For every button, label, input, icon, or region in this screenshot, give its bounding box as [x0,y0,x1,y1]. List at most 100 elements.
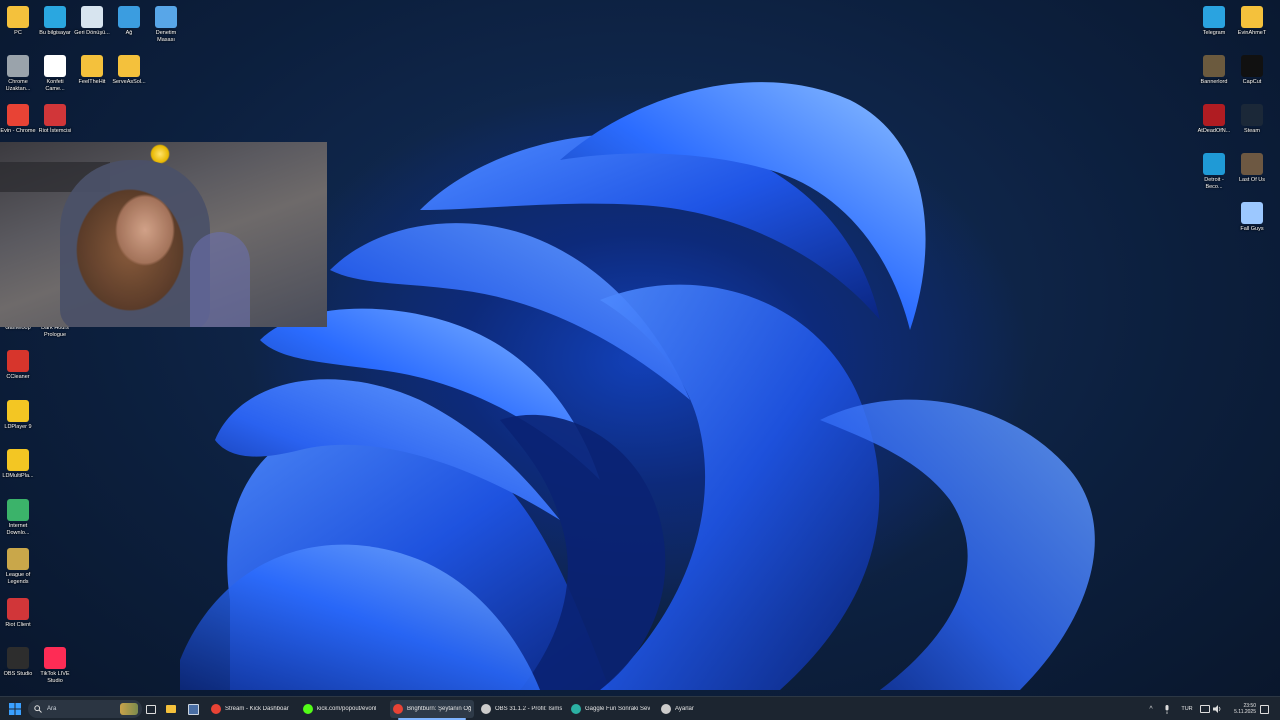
webcam-person [60,160,210,327]
desktop-icon-label: Ağ [125,30,133,36]
search-box[interactable]: Ara [28,700,142,718]
desktop-icon[interactable]: TikTok LIVE Studio [37,647,73,685]
volume-icon[interactable] [1212,700,1222,718]
fallguys-icon [1241,202,1263,224]
language-indicator[interactable]: TUR [1178,700,1196,718]
desktop-icon[interactable]: Last Of Us [1234,153,1270,184]
desktop-icon[interactable]: ServeAsSol... [111,55,147,86]
desktop-icon[interactable]: Fall Guys [1234,202,1270,233]
windows-logo-icon [9,703,21,715]
search-placeholder: Ara [47,706,57,712]
desktop-icon-label: PC [14,30,22,36]
riot-icon [7,598,29,620]
tray-overflow-button[interactable]: ^ [1146,700,1156,718]
taskbar-app-button[interactable]: Brightburn: Şeytanın Oğ [390,700,475,720]
gear-icon [661,704,671,714]
desktop-icon-label: Riot Client [5,622,31,628]
taskbar-app-button[interactable]: Ayarlar [658,700,697,718]
desktop-icon-label: Konfeti Came... [45,79,65,92]
desktop-icon[interactable]: Bu bilgisayar [37,6,73,37]
folder-icon [1241,6,1263,28]
desktop-icon[interactable]: Evin - Chrome [0,104,36,135]
desktop-icon[interactable]: Telegram [1196,6,1232,37]
capcut-icon [1241,55,1263,77]
idm-icon [7,499,29,521]
desktop-icon[interactable]: League of Legends [0,548,36,586]
folder-icon [81,55,103,77]
desktop-icon[interactable]: Denetim Masası [148,6,184,44]
task-view-icon [146,704,156,714]
telegram-icon [1203,6,1225,28]
desktop-icon-label: EvinAhmeT [1237,30,1267,36]
network-icon [118,6,140,28]
taskbar-app-button[interactable]: OBS 31.1.2 - Profil: İsims [478,700,565,718]
desktop-icon[interactable]: OBS Studio [0,647,36,678]
desktop-icon-label: League of Legends [5,572,31,585]
desktop-icon-label: Bu bilgisayar [39,30,71,36]
desktop-icon[interactable]: Chrome Uzaktan... [0,55,36,93]
desktop-icon[interactable]: LDPlayer 9 [0,400,36,431]
desktop-icon[interactable]: Riot Client [0,598,36,629]
chrome-icon [7,104,29,126]
desktop-icon-label: CapCut [1242,79,1262,85]
desktop-icon[interactable]: AtDeadOfN... [1196,104,1232,135]
desktop-icon[interactable]: PC [0,6,36,37]
obs-icon [7,647,29,669]
desktop-icon[interactable]: FeelTheHit [74,55,110,86]
taskbar: Ara Stream - Kick Dashboar kick.com/popou… [0,696,1280,720]
task-view-button[interactable] [144,700,158,718]
taskbar-app-button[interactable]: Gaggle Fun Sonraki Sev [568,700,653,718]
file-explorer-button[interactable] [164,700,178,718]
chrome-icon [211,704,221,714]
taskbar-app-label: kick.com/popout/evonl [317,706,377,712]
detroit-icon [1203,153,1225,175]
edge-icon [571,704,581,714]
game-icon [1203,104,1225,126]
desktop-icon[interactable]: CCleaner [0,350,36,381]
desktop-icon-label: Last Of Us [1239,177,1265,183]
desktop-icon[interactable]: Internet Downlo... [0,499,36,537]
desktop-icon[interactable]: Detroit - Beco... [1196,153,1232,191]
desktop-icon-label: Telegram [1202,30,1226,36]
recycle-bin-icon [81,6,103,28]
taskbar-app-label: OBS 31.1.2 - Profil: İsims [495,706,563,712]
taskbar-app-button[interactable]: kick.com/popout/evonl [300,700,379,718]
ccleaner-icon [7,350,29,372]
pinned-app-button[interactable] [186,700,200,718]
desktop-icon[interactable]: CapCut [1234,55,1270,86]
notification-icon[interactable] [1259,700,1269,718]
webcam-chair [190,232,250,327]
network-icon[interactable] [1200,700,1210,718]
desktop-icon[interactable]: Geri Dönüşü... [74,6,110,37]
microphone-icon[interactable] [1162,700,1172,718]
desktop-icon[interactable]: Ağ [111,6,147,37]
start-button[interactable] [6,700,24,718]
ldplayer-icon [7,400,29,422]
desktop-icon-label: AtDeadOfN... [1197,128,1231,134]
obs-icon [481,704,491,714]
steam-icon [1241,104,1263,126]
desktop-icon-label: Steam [1244,128,1260,134]
clock[interactable]: 23:50 5.11.2025 [1226,700,1256,718]
desktop-icon[interactable]: Riot İstemcisi [37,104,73,135]
game-icon [1241,153,1263,175]
desktop-icon[interactable]: LDMultiPla... [0,449,36,480]
chrome-remote-icon [7,55,29,77]
desktop-icon-label: Fall Guys [1240,226,1264,232]
desktop-icon-label: Internet Downlo... [6,523,30,536]
app-window-icon [187,703,199,715]
webcam-overlay [0,142,327,327]
clock-date: 5.11.2025 [1234,709,1256,715]
riot-icon [44,104,66,126]
desktop-icon[interactable]: Konfeti Came... [37,55,73,93]
desktop-icon[interactable]: Bannerlord [1196,55,1232,86]
ldmulti-icon [7,449,29,471]
taskbar-app-button[interactable]: Stream - Kick Dashboar [208,700,292,718]
desktop-icon-label: Chrome Uzaktan... [5,79,31,92]
desktop-icon-label: Denetim Masası [155,30,177,43]
desktop-icon[interactable]: Steam [1234,104,1270,135]
tiktok-icon [44,647,66,669]
lol-icon [7,548,29,570]
desktop-icon[interactable]: EvinAhmeT [1234,6,1270,37]
search-highlight-icon [120,703,138,715]
